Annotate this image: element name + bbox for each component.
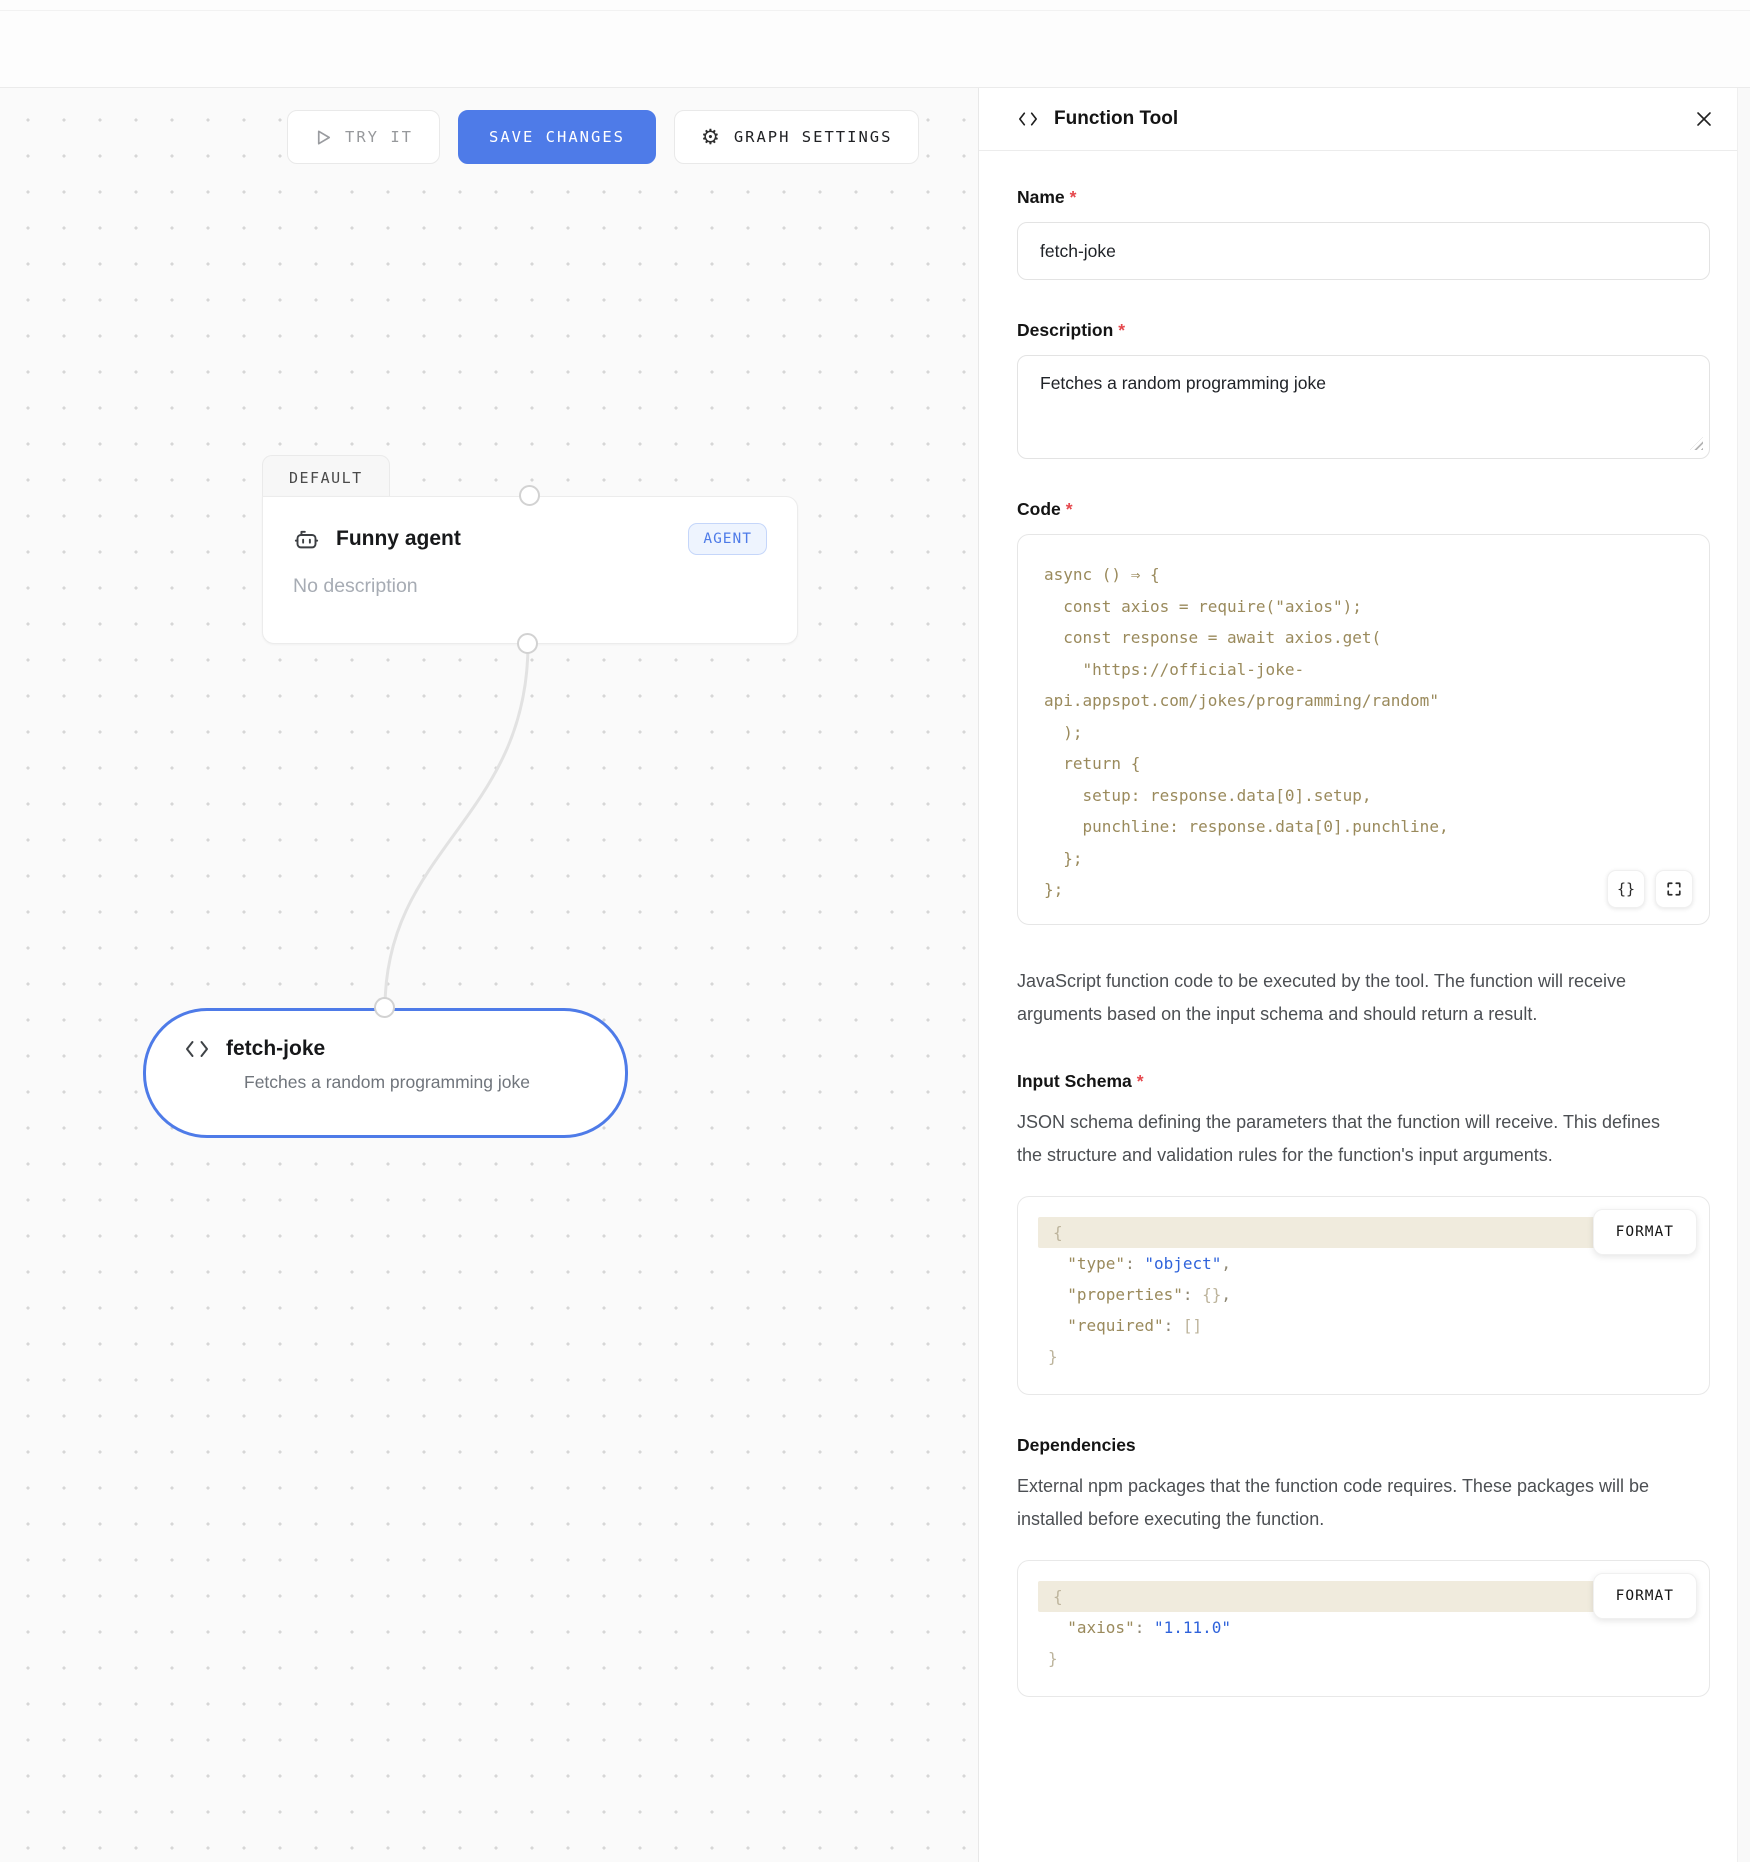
code-line: async () ⇒ { <box>1044 559 1683 591</box>
dependencies-help-text: External npm packages that the function … <box>1017 1470 1662 1536</box>
edge-layer <box>0 88 978 1862</box>
code-editor[interactable]: async () ⇒ { const axios = require("axio… <box>1017 534 1710 925</box>
code-line: "https://official-joke- <box>1044 654 1683 686</box>
code-line: ); <box>1044 717 1683 749</box>
gear-icon: ⚙ <box>701 127 722 148</box>
close-panel-button[interactable] <box>1688 103 1720 135</box>
agent-node-description: No description <box>293 575 767 598</box>
panel-title: Function Tool <box>1054 108 1178 130</box>
required-mark: * <box>1118 320 1125 340</box>
edge-agent-to-tool <box>385 644 528 1008</box>
input-schema-label: Input Schema* <box>1017 1071 1710 1092</box>
description-label: Description* <box>1017 320 1710 341</box>
json-line: } <box>1018 1643 1709 1674</box>
input-schema-group: Input Schema* JSON schema defining the p… <box>1017 1071 1710 1395</box>
input-schema-help-text: JSON schema defining the parameters that… <box>1017 1106 1662 1172</box>
required-mark: * <box>1137 1071 1144 1091</box>
expand-icon <box>1666 881 1682 897</box>
code-line: const axios = require("axios"); <box>1044 591 1683 623</box>
code-line: const response = await axios.get( <box>1044 622 1683 654</box>
code-lines: async () ⇒ { const axios = require("axio… <box>1044 559 1683 906</box>
dependencies-label: Dependencies <box>1017 1435 1710 1456</box>
code-line: }; <box>1044 874 1683 906</box>
save-changes-button[interactable]: SAVE CHANGES <box>458 110 656 164</box>
tool-node-title: fetch-joke <box>226 1037 325 1061</box>
agent-type-badge: AGENT <box>688 523 767 555</box>
top-bar <box>0 0 1750 88</box>
expand-editor-button[interactable] <box>1655 870 1693 908</box>
panel-scrollbar[interactable] <box>1737 88 1750 1862</box>
dependencies-editor[interactable]: FORMAT { "axios": "1.11.0"} <box>1017 1560 1710 1697</box>
code-line: api.appspot.com/jokes/programming/random… <box>1044 685 1683 717</box>
agent-node-bottom-handle[interactable] <box>517 633 538 654</box>
format-braces-button[interactable]: {} <box>1607 870 1645 908</box>
agent-node-tab-label: DEFAULT <box>289 469 363 487</box>
input-schema-editor[interactable]: FORMAT { "type": "object", "properties":… <box>1017 1196 1710 1395</box>
dependencies-group: Dependencies External npm packages that … <box>1017 1435 1710 1697</box>
code-line: setup: response.data[0].setup, <box>1044 780 1683 812</box>
json-line: { <box>1038 1581 1599 1612</box>
tool-node-fetch-joke[interactable]: fetch-joke Fetches a random programming … <box>143 1008 628 1138</box>
robot-icon <box>293 526 320 553</box>
code-line: return { <box>1044 748 1683 780</box>
name-input[interactable] <box>1017 222 1710 280</box>
name-label: Name* <box>1017 187 1710 208</box>
save-changes-label: SAVE CHANGES <box>489 128 625 146</box>
tool-node-description: Fetches a random programming joke <box>244 1072 625 1093</box>
code-line: }; <box>1044 843 1683 875</box>
json-line: "properties": {}, <box>1018 1279 1709 1310</box>
graph-settings-button[interactable]: ⚙ GRAPH SETTINGS <box>674 110 919 164</box>
required-mark: * <box>1070 187 1077 207</box>
graph-canvas[interactable]: TRY IT SAVE CHANGES ⚙ GRAPH SETTINGS DEF… <box>0 88 978 1862</box>
agent-node[interactable]: Funny agent AGENT No description <box>262 496 798 644</box>
agent-node-top-handle[interactable] <box>519 485 540 506</box>
braces-icon: {} <box>1617 880 1635 898</box>
canvas-toolbar: TRY IT SAVE CHANGES ⚙ GRAPH SETTINGS <box>287 110 919 164</box>
function-tool-panel: Function Tool Name* Descriptio <box>978 88 1750 1862</box>
agent-node-group-tab[interactable]: DEFAULT <box>262 455 390 499</box>
code-brackets-icon <box>184 1038 210 1060</box>
code-label: Code* <box>1017 499 1710 520</box>
code-line: punchline: response.data[0].punchline, <box>1044 811 1683 843</box>
input-schema-format-button[interactable]: FORMAT <box>1593 1209 1697 1255</box>
json-line: "required": [] <box>1018 1310 1709 1341</box>
json-line: { <box>1038 1217 1599 1248</box>
close-icon <box>1694 109 1714 129</box>
try-it-button[interactable]: TRY IT <box>287 110 440 164</box>
code-field-group: Code* async () ⇒ { const axios = require… <box>1017 499 1710 1031</box>
dependencies-format-button[interactable]: FORMAT <box>1593 1573 1697 1619</box>
agent-node-title: Funny agent <box>336 527 461 551</box>
graph-settings-label: GRAPH SETTINGS <box>734 128 893 146</box>
function-tool-icon <box>1017 110 1039 128</box>
try-it-label: TRY IT <box>345 128 413 146</box>
description-field-group: Description* Fetches a random programmin… <box>1017 320 1710 459</box>
name-field-group: Name* <box>1017 187 1710 280</box>
required-mark: * <box>1066 499 1073 519</box>
description-textarea[interactable]: Fetches a random programming joke <box>1017 355 1710 459</box>
play-icon <box>314 128 333 147</box>
tool-node-top-handle[interactable] <box>374 997 395 1018</box>
json-line: } <box>1018 1341 1709 1372</box>
code-help-text: JavaScript function code to be executed … <box>1017 965 1662 1031</box>
panel-header: Function Tool <box>979 88 1750 151</box>
